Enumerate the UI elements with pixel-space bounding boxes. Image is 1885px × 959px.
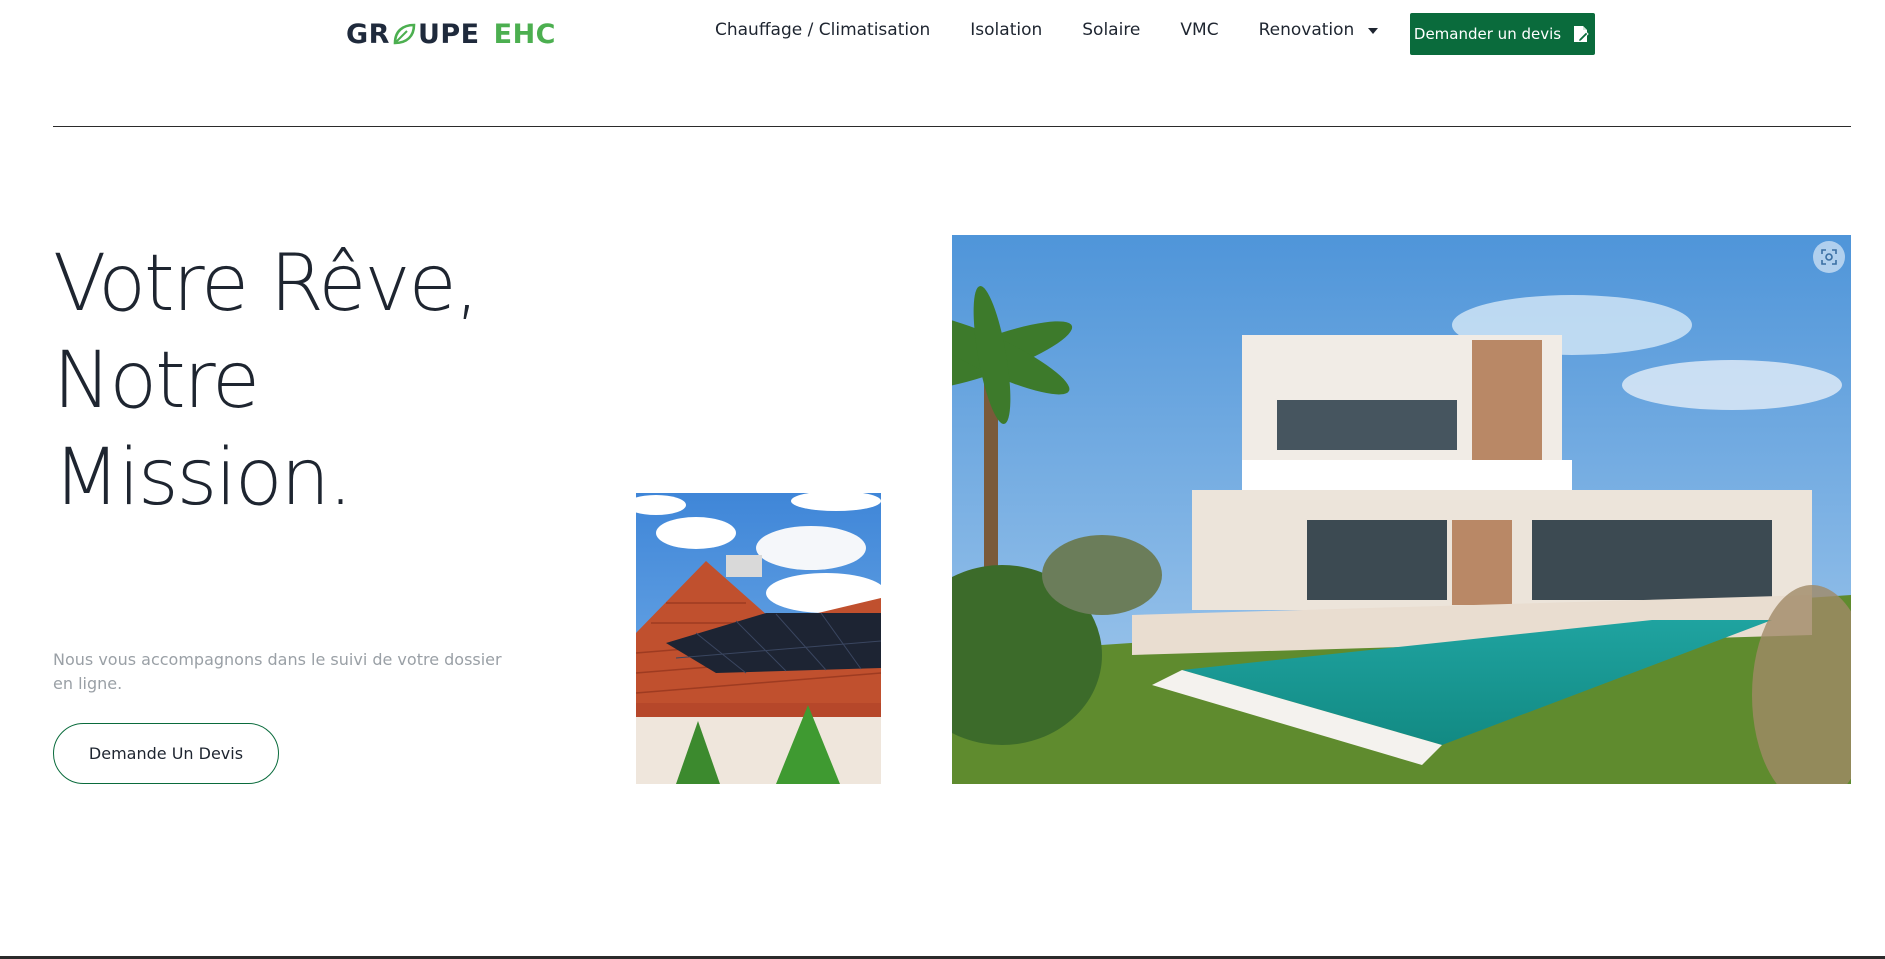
request-quote-outline-label: Demande Un Devis — [88, 744, 244, 763]
chevron-down-icon[interactable] — [1368, 28, 1379, 34]
villa-pool-image — [952, 235, 1851, 784]
request-quote-outline-button[interactable]: Demande Un Devis — [53, 723, 279, 784]
nav-item-renovation-label: Renovation — [1258, 20, 1355, 40]
nav-item-solaire[interactable]: Solaire — [1082, 20, 1140, 40]
hero-title-line2: Mission. — [53, 433, 353, 523]
solar-roof-image — [636, 493, 881, 784]
logo[interactable]: GR UPE EHC — [346, 16, 556, 52]
hero-title-line1: Votre Rêve, Notre — [53, 239, 479, 426]
header-divider — [53, 126, 1851, 127]
nav-item-isolation[interactable]: Isolation — [970, 20, 1042, 40]
logo-text-part2: EHC — [493, 18, 556, 50]
main-nav: Chauffage / Climatisation Isolation Sola… — [715, 20, 1418, 40]
logo-text-part1b: UPE — [417, 18, 480, 50]
lens-icon[interactable] — [1813, 241, 1845, 273]
logo-text-part1a: GR — [346, 18, 390, 50]
document-edit-icon — [1574, 26, 1589, 43]
nav-item-renovation[interactable]: Renovation — [1259, 20, 1379, 40]
request-quote-label: Demander un devis — [1413, 25, 1562, 43]
nav-item-chauffage[interactable]: Chauffage / Climatisation — [715, 20, 930, 40]
hero-title: Votre Rêve, Notre Mission. — [53, 236, 693, 527]
request-quote-button[interactable]: Demander un devis — [1410, 13, 1595, 55]
hero-description: Nous vous accompagnons dans le suivi de … — [53, 650, 502, 693]
leaf-icon — [393, 23, 416, 45]
nav-item-vmc[interactable]: VMC — [1180, 20, 1218, 40]
site-header: GR UPE EHC Chauffage / Climatisation Iso… — [0, 0, 1885, 70]
